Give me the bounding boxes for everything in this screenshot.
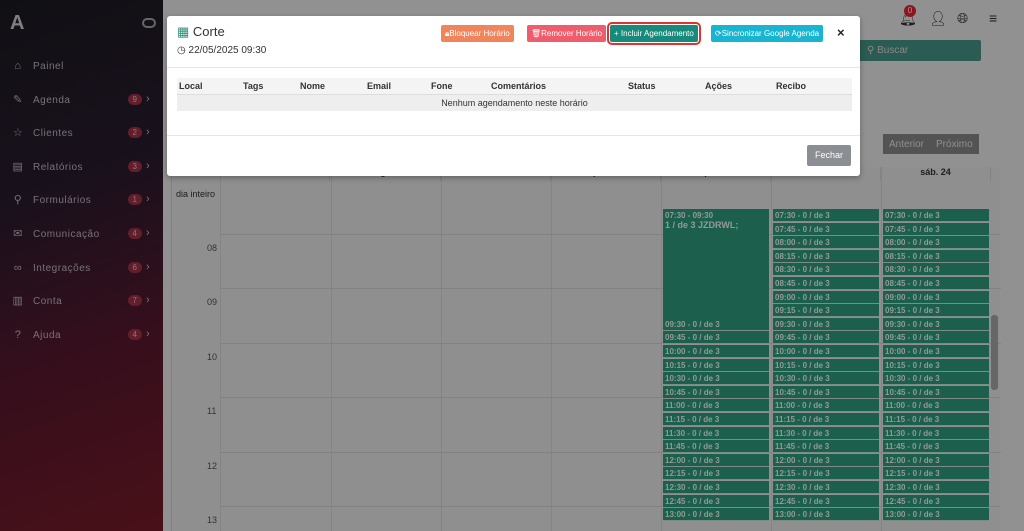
sync-google-button[interactable]: ⟳Sincronizar Google Agenda xyxy=(711,25,824,42)
close-button[interactable]: Fechar xyxy=(807,145,851,166)
column-header: Nome xyxy=(300,81,326,91)
add-appointment-button[interactable]: + Incluir Agendamento xyxy=(607,22,701,45)
column-header: Comentários xyxy=(491,81,547,91)
timeslot-modal: ▦ Corte ◷ 22/05/2025 09:30 🔒︎Bloquear Ho… xyxy=(167,16,860,176)
calendar-icon: ▦ xyxy=(177,24,193,39)
trash-icon: 🗑︎ xyxy=(531,29,542,38)
column-header: Fone xyxy=(431,81,453,91)
divider xyxy=(167,135,860,136)
remove-time-label: Remover Horário xyxy=(541,29,603,38)
column-header: Status xyxy=(628,81,656,91)
column-header: Tags xyxy=(243,81,264,91)
close-icon[interactable]: × xyxy=(837,25,845,40)
sync-google-label: Sincronizar Google Agenda xyxy=(721,29,820,38)
empty-message: Nenhum agendamento neste horário xyxy=(177,95,852,111)
divider xyxy=(167,67,860,68)
block-time-label: Bloquear Horário xyxy=(449,29,510,38)
modal-title: ▦ Corte xyxy=(177,24,225,40)
column-header: Local xyxy=(179,81,203,91)
remove-time-button[interactable]: 🗑︎Remover Horário xyxy=(527,25,607,42)
modal-title-text: Corte xyxy=(192,24,225,39)
column-header: Ações xyxy=(705,81,733,91)
block-time-button[interactable]: 🔒︎Bloquear Horário xyxy=(441,25,514,42)
sync-icon: ⟳ xyxy=(715,29,722,38)
appointments-table: Local Tags Nome Email Fone Comentários Status A… xyxy=(177,78,852,112)
column-header: Recibo xyxy=(776,81,807,91)
modal-date-text: 22/05/2025 09:30 xyxy=(188,45,267,56)
column-header: Email xyxy=(367,81,392,91)
modal-date: ◷ 22/05/2025 09:30 xyxy=(177,45,266,56)
clock-icon: ◷ xyxy=(177,45,189,56)
